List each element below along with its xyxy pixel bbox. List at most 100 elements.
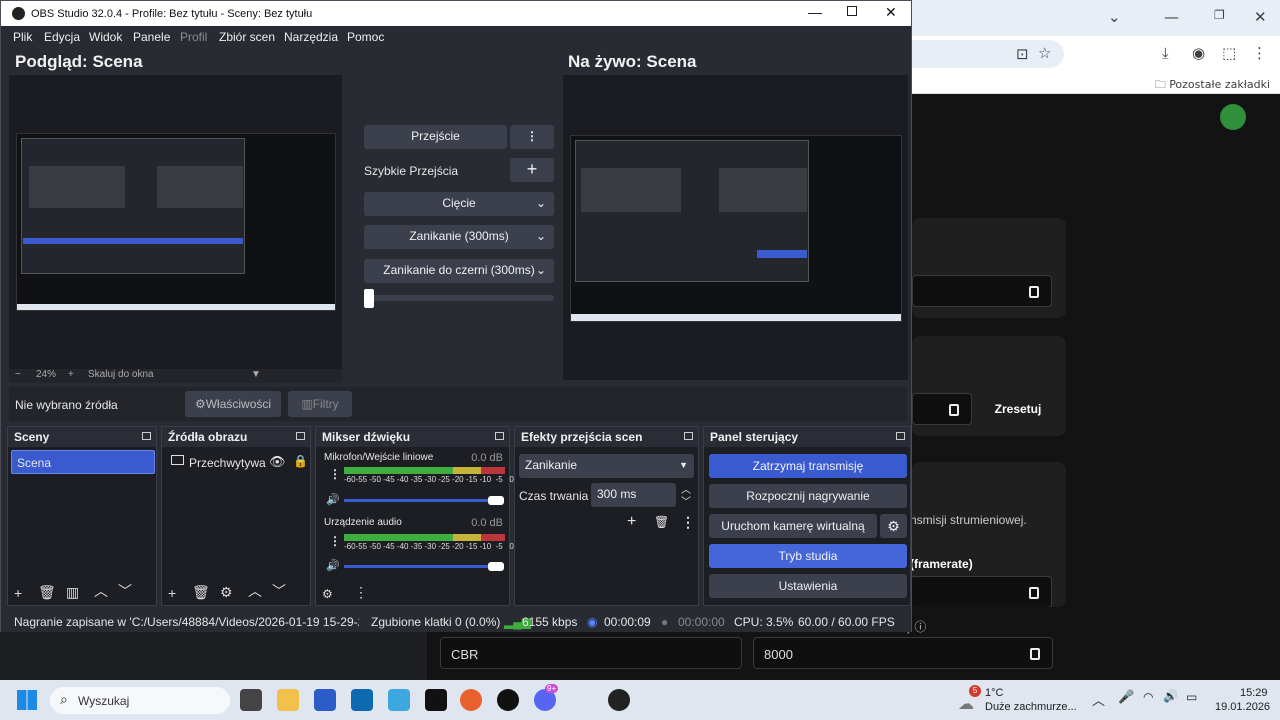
chevron-down-icon[interactable]: ﹀ xyxy=(118,581,132,601)
chevron-down-icon[interactable]: ﹀ xyxy=(272,581,286,601)
restore-icon[interactable]: ❐ xyxy=(1214,8,1225,22)
rate-control-field[interactable]: CBR xyxy=(440,637,742,669)
volume-slider[interactable] xyxy=(344,565,496,568)
obs-taskbar-icon[interactable] xyxy=(608,689,630,711)
copy-icon[interactable] xyxy=(1030,648,1040,660)
transition-button[interactable]: Przejście xyxy=(364,125,507,149)
virtual-camera-button[interactable]: Uruchom kamerę wirtualną xyxy=(709,514,877,538)
clock-time[interactable]: 15:29 xyxy=(1240,687,1268,699)
chevron-down-icon[interactable]: ﹀ xyxy=(681,493,691,508)
chevron-up-icon[interactable]: ︿ xyxy=(94,581,108,601)
undock-icon[interactable] xyxy=(142,432,151,440)
settings-button[interactable]: Ustawienia xyxy=(709,574,907,598)
menu-docks[interactable]: Panele xyxy=(133,30,170,44)
transition-option-cut[interactable]: Cięcie ⌄ xyxy=(364,192,554,216)
undock-icon[interactable] xyxy=(684,432,693,440)
star-icon[interactable]: ☆ xyxy=(1038,44,1051,62)
microphone-icon[interactable]: 🎤 xyxy=(1118,689,1134,705)
more-icon[interactable]: ⋮ xyxy=(354,584,368,601)
battery-icon[interactable]: ▭ xyxy=(1186,690,1197,704)
clock-date[interactable]: 19.01.2026 xyxy=(1215,701,1270,713)
download-icon[interactable]: ⤓ xyxy=(1162,44,1169,62)
word-icon[interactable] xyxy=(314,689,336,711)
scale-dropdown[interactable]: Skaluj do okna xyxy=(88,369,154,380)
gear-icon[interactable]: ⚙ xyxy=(322,587,333,601)
filters-button[interactable]: ▥Filtry xyxy=(288,391,352,417)
monitor-app-icon[interactable] xyxy=(388,689,410,711)
start-recording-button[interactable]: Rozpocznij nagrywanie xyxy=(709,484,907,508)
copy-icon[interactable] xyxy=(1029,587,1039,599)
minimize-icon[interactable]: — xyxy=(1164,8,1179,26)
chevron-up-icon[interactable]: ︿ xyxy=(1092,690,1105,709)
file-explorer-icon[interactable] xyxy=(277,689,299,711)
add-icon[interactable]: + xyxy=(627,513,636,531)
transition-select[interactable]: Zanikanie ▼ xyxy=(519,454,694,478)
gear-icon[interactable]: ⚙ xyxy=(220,584,233,601)
studio-mode-button[interactable]: Tryb studia xyxy=(709,544,907,568)
text-field[interactable] xyxy=(910,576,1052,608)
add-icon[interactable]: + xyxy=(14,585,22,601)
undock-icon[interactable] xyxy=(896,432,905,440)
search-input[interactable]: ⌕ Wyszukaj xyxy=(50,687,230,714)
gear-icon[interactable]: ⚙ xyxy=(880,514,907,538)
copy-icon[interactable] xyxy=(949,404,959,416)
wifi-icon[interactable]: ◠ xyxy=(1143,690,1153,704)
zoom-out-button[interactable]: − xyxy=(15,369,21,380)
copy-icon[interactable] xyxy=(1029,286,1039,298)
tbar-handle[interactable] xyxy=(364,289,374,308)
menu-file[interactable]: Plik xyxy=(13,30,32,44)
windows-start-icon[interactable] xyxy=(17,690,37,710)
volume-handle[interactable] xyxy=(488,562,504,571)
stop-stream-button[interactable]: Zatrzymaj transmisję xyxy=(709,454,907,478)
menu-help[interactable]: Pomoc xyxy=(347,30,384,44)
menu-view[interactable]: Widok xyxy=(89,30,122,44)
close-icon[interactable]: ✕ xyxy=(1254,8,1267,26)
tbar-slider[interactable] xyxy=(364,295,554,301)
other-bookmarks[interactable]: 🗀 Pozostałe zakładki xyxy=(1155,76,1270,95)
text-field[interactable] xyxy=(912,275,1052,307)
menu-edit[interactable]: Edycja xyxy=(44,30,80,44)
extensions-icon[interactable]: ⬚ xyxy=(1222,44,1236,62)
zoom-in-button[interactable]: + xyxy=(68,369,74,380)
speaker-icon[interactable]: 🔊 xyxy=(326,493,340,506)
eye-icon[interactable]: 👁 xyxy=(269,454,286,470)
profile-icon[interactable]: ◉ xyxy=(1192,44,1205,62)
firefox-icon[interactable] xyxy=(460,689,482,711)
chevron-down-icon[interactable]: ▼ xyxy=(251,369,261,380)
menu-scene-collection[interactable]: Zbiór scen xyxy=(219,30,275,44)
avatar[interactable] xyxy=(1220,104,1246,130)
add-icon[interactable]: + xyxy=(510,158,554,182)
trash-icon[interactable]: 🗑 xyxy=(654,515,669,529)
transition-option-fade-black[interactable]: Zanikanie do czerni (300ms) ⌄ xyxy=(364,259,554,283)
menu-profile[interactable]: Profil xyxy=(180,30,207,44)
close-icon[interactable]: ✕ xyxy=(885,4,897,21)
minimize-icon[interactable]: — xyxy=(808,4,822,20)
speaker-icon[interactable]: 🔊 xyxy=(326,559,340,572)
filter-icon[interactable]: ▥ xyxy=(66,584,79,601)
epic-games-icon[interactable] xyxy=(425,689,447,711)
undock-icon[interactable] xyxy=(296,432,305,440)
more-icon[interactable]: ⋮ xyxy=(681,514,695,531)
volume-slider[interactable] xyxy=(344,499,496,502)
menu-icon[interactable]: ⋮ xyxy=(1252,44,1267,62)
undock-icon[interactable] xyxy=(495,432,504,440)
transition-option-fade[interactable]: Zanikanie (300ms) ⌄ xyxy=(364,225,554,249)
task-view-icon[interactable] xyxy=(240,689,262,711)
properties-button[interactable]: ⚙Właściwości xyxy=(185,391,281,417)
more-icon[interactable]: ⋮ xyxy=(510,125,554,149)
trash-icon[interactable]: 🗑 xyxy=(38,584,56,601)
maximize-icon[interactable] xyxy=(847,6,857,16)
reset-button[interactable]: Zresetuj xyxy=(984,394,1052,424)
menu-tools[interactable]: Narzędzia xyxy=(284,30,338,44)
chevron-down-icon[interactable]: ⌄ xyxy=(1108,8,1121,26)
chatgpt-icon[interactable] xyxy=(497,689,519,711)
volume-icon[interactable]: 🔊 xyxy=(1163,689,1178,703)
install-icon[interactable]: ⊡ xyxy=(1016,45,1029,63)
trash-icon[interactable]: 🗑 xyxy=(192,584,210,601)
store-icon[interactable] xyxy=(351,689,373,711)
add-icon[interactable]: + xyxy=(168,585,176,601)
text-field[interactable] xyxy=(912,393,972,425)
source-item[interactable]: Przechwytywa 👁 🔒 xyxy=(165,452,309,474)
bitrate-field[interactable]: 8000 xyxy=(753,637,1053,669)
chevron-up-icon[interactable]: ︿ xyxy=(248,581,262,601)
